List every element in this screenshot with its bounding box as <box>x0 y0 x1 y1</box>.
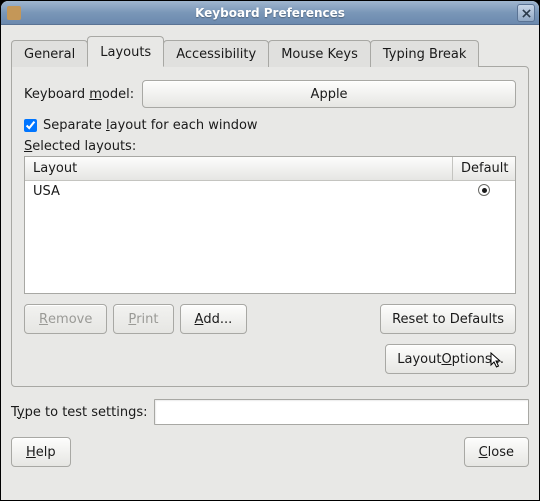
tab-mouse-keys[interactable]: Mouse Keys <box>268 40 371 67</box>
default-cell[interactable] <box>453 181 515 202</box>
keyboard-preferences-window: Keyboard Preferences General Layouts Acc… <box>0 0 540 501</box>
print-button: Print <box>113 304 173 334</box>
tab-typing-break[interactable]: Typing Break <box>370 40 480 67</box>
keyboard-model-value: Apple <box>311 87 348 102</box>
type-to-test-input[interactable] <box>154 399 529 425</box>
close-button[interactable]: Close <box>464 437 529 467</box>
layout-options-button[interactable]: Layout Options... <box>385 344 516 374</box>
default-radio-icon[interactable] <box>478 184 490 196</box>
reset-defaults-button[interactable]: Reset to Defaults <box>380 304 516 334</box>
selected-layouts-label: Selected layouts: <box>24 139 516 154</box>
layouts-table: Layout Default USA <box>24 156 516 294</box>
separate-layout-label: Separate layout for each window <box>43 118 258 133</box>
col-layout-header[interactable]: Layout <box>25 157 453 180</box>
tab-layouts[interactable]: Layouts <box>87 36 164 67</box>
tab-general[interactable]: General <box>11 40 88 67</box>
type-to-test-label: Type to test settings: <box>11 405 148 420</box>
table-row[interactable]: USA <box>25 181 515 202</box>
remove-button: Remove <box>24 304 107 334</box>
help-button[interactable]: Help <box>11 437 71 467</box>
tab-accessibility[interactable]: Accessibility <box>163 40 269 67</box>
layouts-panel: Keyboard model: Apple Separate layout fo… <box>11 66 529 387</box>
keyboard-model-label: Keyboard model: <box>24 87 134 102</box>
window-icon <box>7 6 21 20</box>
separate-layout-checkbox[interactable] <box>24 119 37 132</box>
layout-cell: USA <box>25 181 453 202</box>
keyboard-model-button[interactable]: Apple <box>142 80 516 108</box>
tab-strip: General Layouts Accessibility Mouse Keys… <box>11 36 529 67</box>
titlebar[interactable]: Keyboard Preferences <box>1 1 539 25</box>
col-default-header[interactable]: Default <box>453 157 515 180</box>
add-button[interactable]: Add... <box>180 304 248 334</box>
window-title: Keyboard Preferences <box>195 6 345 20</box>
close-icon[interactable] <box>517 4 535 22</box>
